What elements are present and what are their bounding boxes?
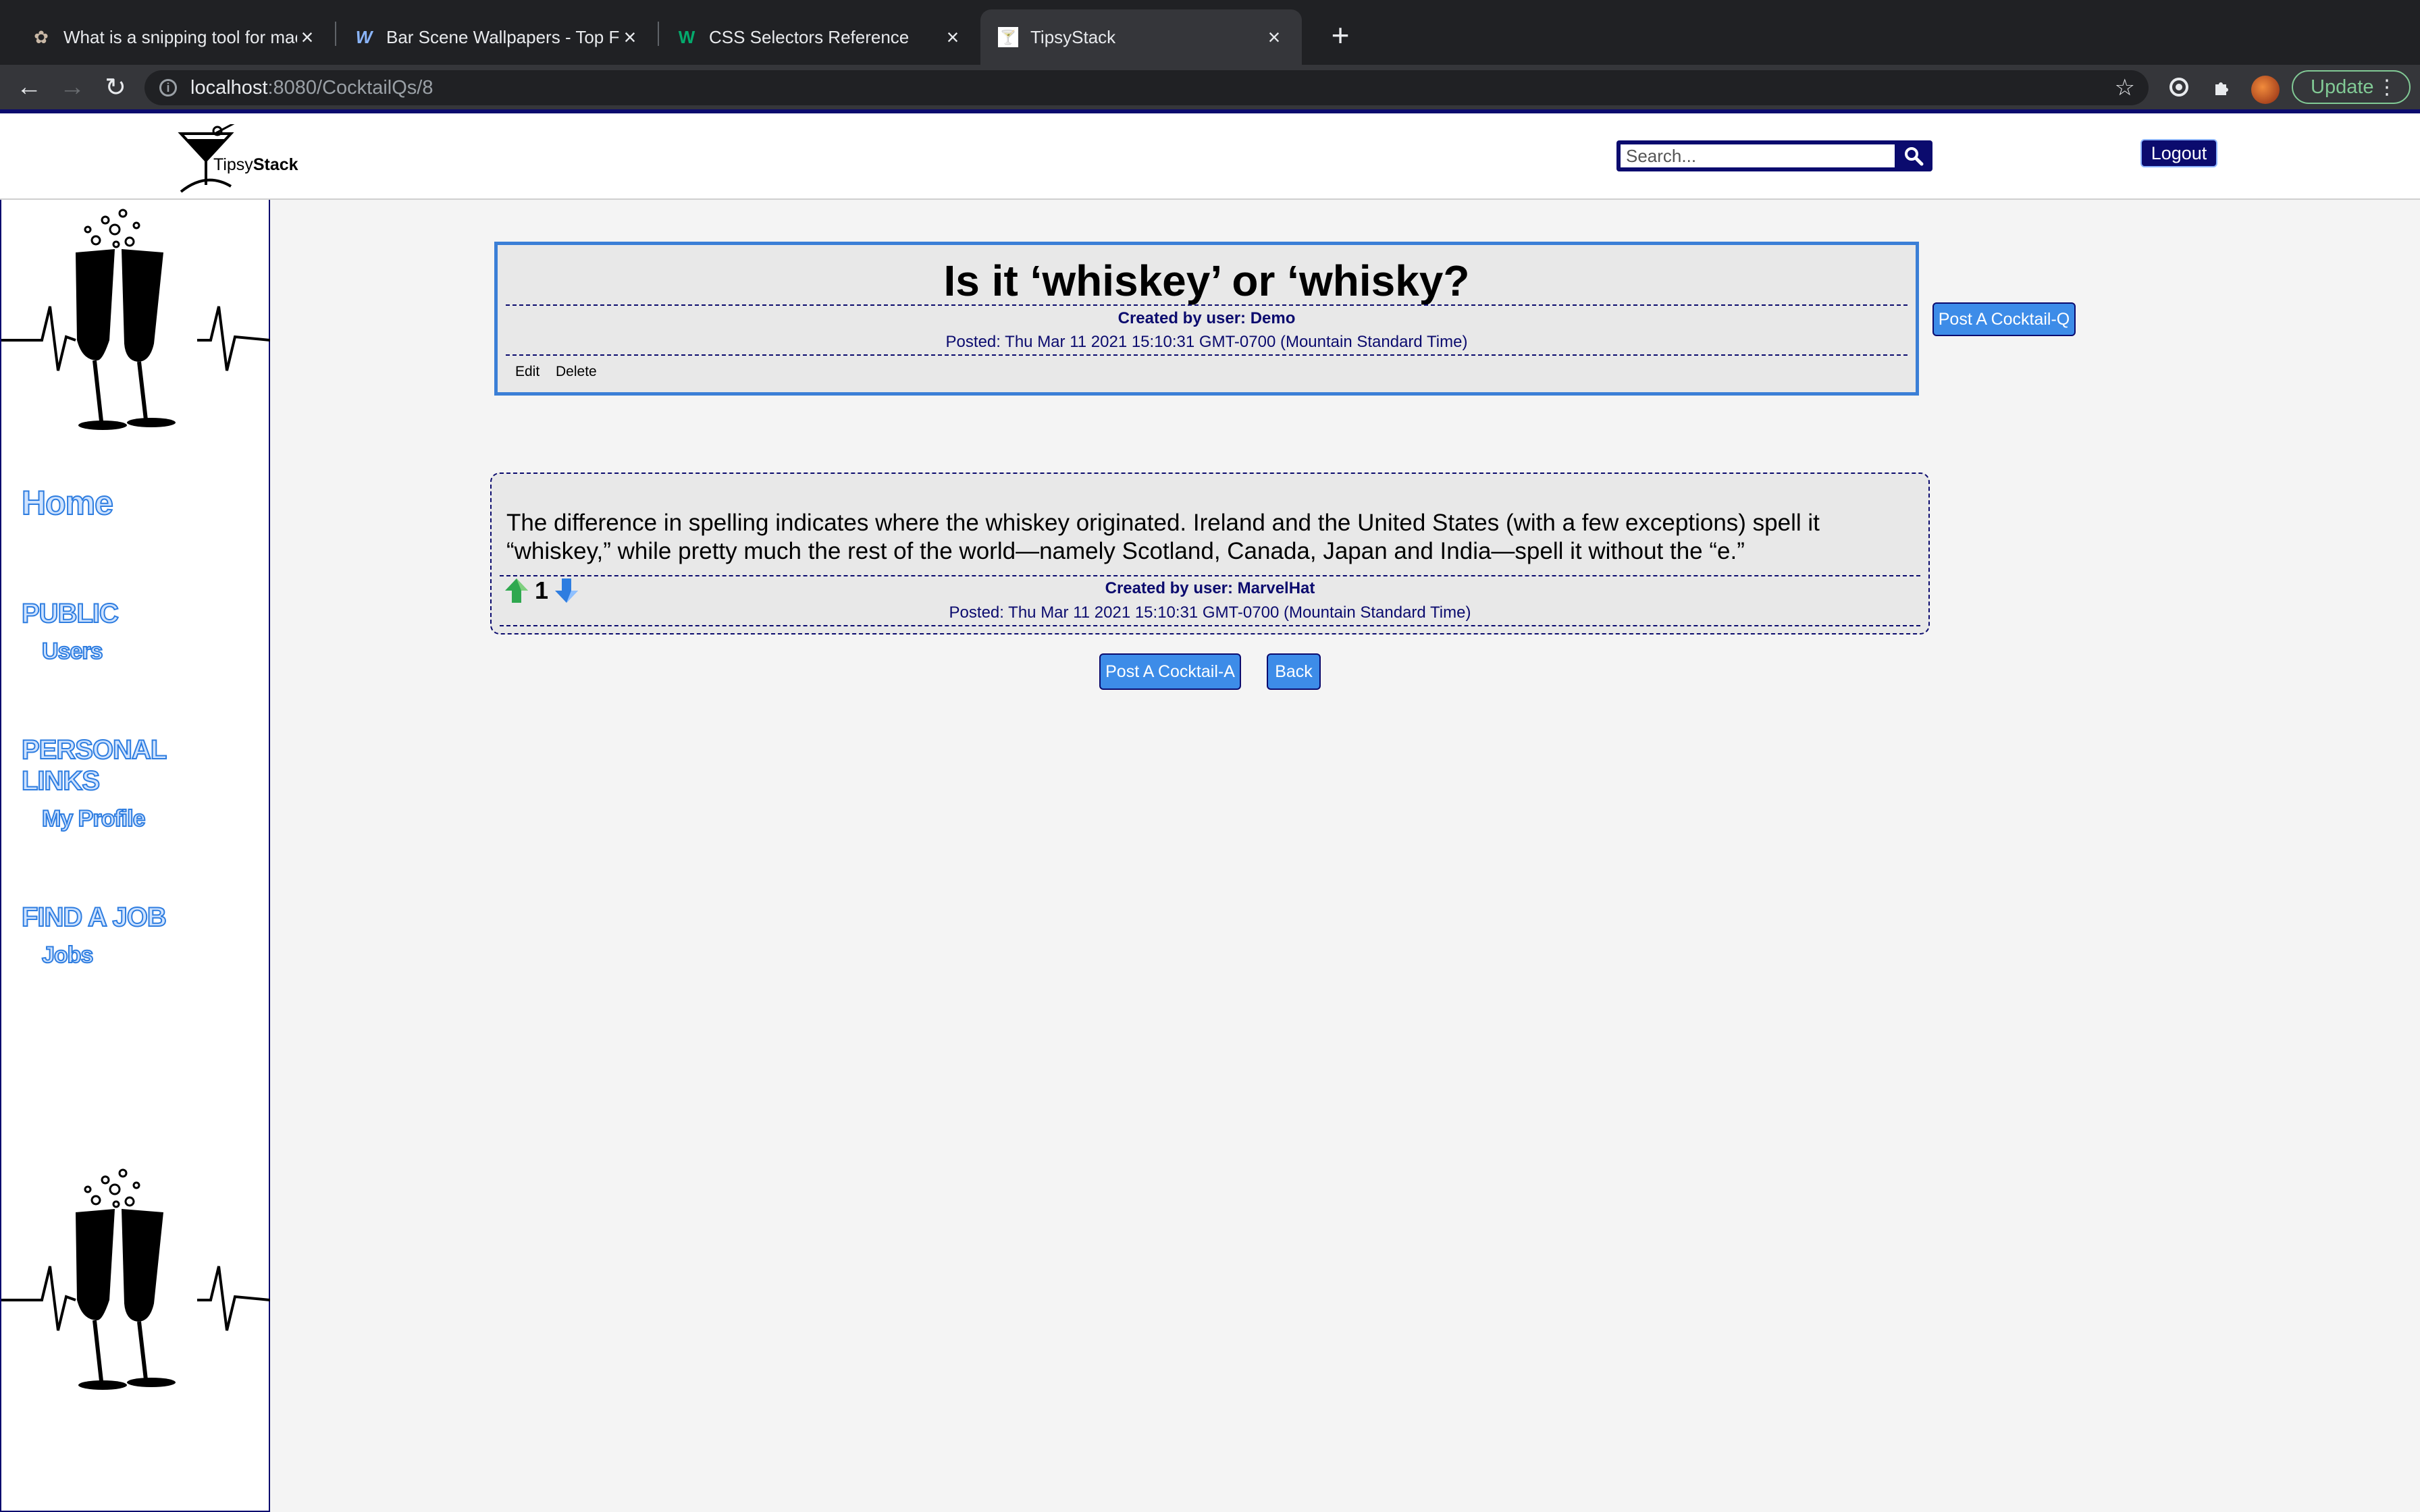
tab-title: What is a snipping tool for mac — [63, 26, 297, 47]
browser-update-button[interactable]: Update ⋮ — [2292, 70, 2411, 104]
divider — [506, 304, 1908, 306]
sidebar-heading-find-a-job: FIND A JOB — [21, 902, 167, 933]
tipsystack-favicon-icon: 🍸 — [998, 27, 1018, 47]
sidebar-item-my-profile[interactable]: My Profile — [41, 805, 146, 832]
champagne-toast-icon — [1, 209, 270, 430]
reload-icon[interactable]: ↻ — [99, 70, 132, 104]
answer-body: The difference in spelling indicates whe… — [506, 510, 1820, 564]
sidebar-heading-personal-links: PERSONAL LINKS — [21, 734, 167, 796]
tab-title: Bar Scene Wallpapers - Top Fre — [386, 26, 620, 47]
extensions-puzzle-icon[interactable] — [2208, 73, 2236, 101]
question-author: Created by user: Demo — [1117, 309, 1296, 327]
browser-toolbar: ← → ↻ i localhost:8080/CocktailQs/8 ☆ Up… — [0, 65, 2420, 109]
sidebar-item-home[interactable]: Home — [21, 483, 114, 522]
divider — [500, 575, 1920, 576]
question-title: Is it ‘whiskey’ or ‘whisky? — [943, 256, 1470, 305]
snip-favicon-icon: ✿ — [34, 26, 49, 47]
answer-posted-date: Posted: Thu Mar 11 2021 15:10:31 GMT-070… — [949, 603, 1471, 622]
tab-close-icon[interactable]: × — [1264, 25, 1284, 50]
edit-question-link[interactable]: Edit — [515, 364, 540, 380]
sidebar-nav: Home PUBLIC Users PERSONAL LINKS My Prof… — [0, 200, 270, 1512]
sidebar-item-jobs[interactable]: Jobs — [41, 942, 94, 969]
post-question-button[interactable]: Post A Cocktail-Q — [1932, 302, 2076, 336]
back-button[interactable]: Back — [1267, 653, 1321, 690]
browser-tab-bar: ✿ What is a snipping tool for mac × W Ba… — [0, 0, 2420, 65]
url-text: localhost:8080/CocktailQs/8 — [190, 76, 433, 99]
question-card: Is it ‘whiskey’ or ‘whisky? Created by u… — [494, 242, 1919, 396]
browser-tab-tipsystack[interactable]: 🍸 TipsyStack × — [980, 9, 1302, 65]
back-arrow-icon[interactable]: ← — [12, 70, 46, 104]
site-search-input[interactable] — [1621, 144, 1895, 167]
sidebar-heading-public: PUBLIC — [21, 598, 120, 629]
extension-circle-icon[interactable] — [2165, 73, 2193, 101]
site-info-icon[interactable]: i — [159, 79, 177, 97]
update-label: Update — [2311, 76, 2374, 98]
sidebar-item-users[interactable]: Users — [41, 638, 103, 665]
divider — [500, 625, 1920, 626]
new-tab-icon[interactable]: + — [1320, 15, 1361, 55]
tab-title: CSS Selectors Reference — [709, 26, 910, 47]
w3-favicon-icon: W — [678, 26, 695, 47]
divider — [506, 354, 1908, 356]
search-icon — [1905, 147, 1924, 166]
forward-arrow-icon[interactable]: → — [55, 70, 89, 104]
address-bar[interactable]: i localhost:8080/CocktailQs/8 ☆ — [144, 70, 2149, 105]
profile-avatar[interactable] — [2251, 76, 2280, 104]
question-posted-date: Posted: Thu Mar 11 2021 15:10:31 GMT-070… — [945, 333, 1468, 351]
wallpaper-favicon-icon: W — [355, 26, 373, 47]
browser-tab-wallpapers[interactable]: W Bar Scene Wallpapers - Top Fre × — [336, 9, 658, 65]
tab-close-icon[interactable]: × — [943, 25, 963, 50]
bookmark-star-icon[interactable]: ☆ — [2115, 74, 2135, 101]
tab-title: TipsyStack — [1030, 26, 1116, 47]
tab-close-icon[interactable]: × — [620, 25, 640, 50]
browser-tab-css-selectors[interactable]: W CSS Selectors Reference × — [659, 9, 980, 65]
champagne-toast-icon — [1, 1168, 270, 1390]
logout-button[interactable]: Logout — [2140, 139, 2217, 167]
site-header: TipsyStack Logout — [0, 113, 2420, 200]
tab-close-icon[interactable]: × — [297, 25, 317, 50]
post-answer-button[interactable]: Post A Cocktail-A — [1099, 653, 1241, 690]
site-logo-text[interactable]: TipsyStack — [213, 155, 298, 175]
search-button[interactable] — [1899, 143, 1928, 169]
answer-card: The difference in spelling indicates whe… — [490, 473, 1930, 634]
answer-author: Created by user: MarvelHat — [1105, 579, 1315, 597]
site-search-box — [1616, 140, 1932, 171]
kebab-menu-icon[interactable]: ⋮ — [2377, 76, 2397, 99]
delete-question-link[interactable]: Delete — [556, 364, 597, 380]
browser-tab-snipping[interactable]: ✿ What is a snipping tool for mac × — [14, 9, 335, 65]
